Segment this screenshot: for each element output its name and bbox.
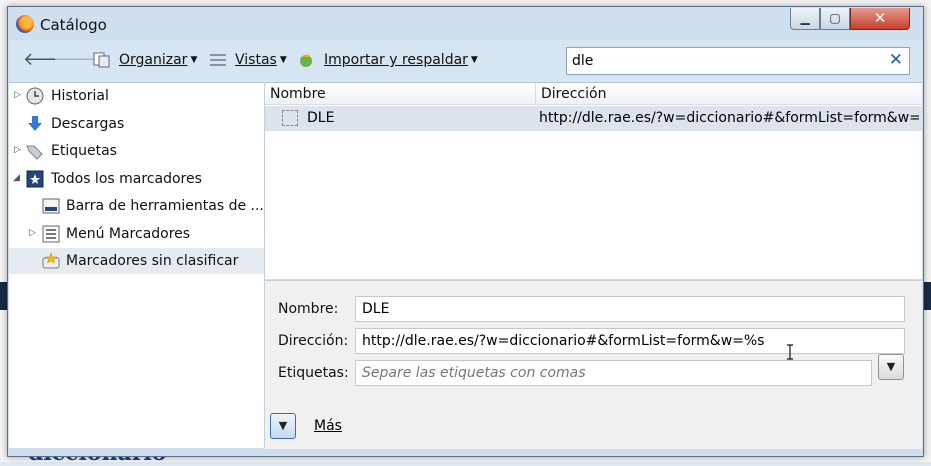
import-export-icon xyxy=(300,54,312,67)
tree-label: Etiquetas xyxy=(51,143,117,159)
name-label: Nombre: xyxy=(278,301,339,317)
tags-label: Etiquetas: xyxy=(278,365,349,381)
address-field[interactable] xyxy=(355,328,905,354)
tree-label: Barra de herramientas de ... xyxy=(66,198,264,214)
tree-label: Marcadores sin clasificar xyxy=(66,253,239,269)
table-row[interactable]: DLE http://dle.rae.es/?w=diccionario#&fo… xyxy=(265,106,922,131)
search-box[interactable]: ✕ xyxy=(566,47,910,75)
tree-item-etiquetas[interactable]: ▷ Etiquetas xyxy=(9,138,264,164)
bookmarks-book-icon xyxy=(26,170,44,188)
tree-label: Descargas xyxy=(51,116,125,132)
collapse-arrow-icon[interactable]: ◢ xyxy=(13,173,20,183)
tree-item-descargas[interactable]: Descargas xyxy=(9,111,264,137)
tree-item-menu-marcadores[interactable]: ▷ Menú Marcadores xyxy=(9,221,264,247)
cell-name: DLE xyxy=(307,110,335,126)
organize-label: Organizar xyxy=(119,52,188,68)
address-label: Dirección: xyxy=(278,333,349,349)
tree-label: Historial xyxy=(51,88,109,104)
tree-label: Todos los marcadores xyxy=(51,171,202,187)
expand-arrow-icon[interactable]: ▷ xyxy=(14,145,21,155)
chevron-down-icon: ▼ xyxy=(279,55,287,65)
chevron-down-icon: ▼ xyxy=(470,55,478,65)
download-arrow-icon xyxy=(28,116,42,131)
close-icon[interactable]: ✕ xyxy=(889,50,903,70)
more-label[interactable]: Más xyxy=(314,418,342,434)
tree-item-todos-los-marcadores[interactable]: ◢ Todos los marcadores xyxy=(9,166,264,192)
more-button[interactable]: ▼ xyxy=(270,413,296,439)
maximize-button[interactable]: ▢ xyxy=(820,8,850,30)
tree-item-barra-de-herramientas[interactable]: Barra de herramientas de ... xyxy=(9,193,264,219)
details-pane: Nombre: Dirección: Etiquetas: ▼ ▼ Más xyxy=(265,280,922,449)
toolbar: 🡐 🡒 Organizar ▼ Vistas ▼ Importar y respal… xyxy=(9,40,922,83)
import-backup-menu[interactable]: Importar y respaldar ▼ xyxy=(324,52,478,68)
firefox-icon xyxy=(16,15,34,33)
list-icon xyxy=(42,225,60,243)
organize-menu[interactable]: Organizar ▼ xyxy=(119,52,197,68)
library-tree: ▷ Historial Descargas ▷ Etiquetas ◢ Todo… xyxy=(9,83,265,448)
library-window: Catálogo ▁ ▢ ✕ 🡐 🡒 Organizar▼ Vistas▼ xyxy=(7,6,924,457)
expand-arrow-icon[interactable]: ▷ xyxy=(14,90,21,100)
tree-item-historial[interactable]: ▷ Historial xyxy=(9,83,264,109)
title-bar: Catálogo ▁ ▢ ✕ xyxy=(8,7,923,40)
toolbar-bookmark-icon xyxy=(42,198,60,214)
tag-icon xyxy=(26,145,43,160)
name-field[interactable] xyxy=(355,296,905,322)
column-header-address[interactable]: Dirección xyxy=(536,83,922,105)
minimize-button[interactable]: ▁ xyxy=(790,8,820,30)
chevron-down-icon: ▼ xyxy=(190,55,198,65)
expand-arrow-icon[interactable]: ▷ xyxy=(29,228,36,238)
views-icon xyxy=(210,54,226,66)
chevron-down-icon: ▼ xyxy=(886,360,896,373)
tags-field[interactable] xyxy=(355,360,872,386)
views-menu[interactable]: Vistas ▼ xyxy=(235,52,287,68)
tags-dropdown-button[interactable]: ▼ xyxy=(878,354,904,380)
bookmark-list: Nombre Dirección DLE http://dle.rae.es/?… xyxy=(265,83,922,279)
column-header-name[interactable]: Nombre xyxy=(265,83,536,105)
close-button[interactable]: ✕ xyxy=(850,8,910,30)
window-title: Catálogo xyxy=(40,16,107,34)
cell-address: http://dle.rae.es/?w=diccionario#&formLi… xyxy=(539,110,919,126)
unsorted-star-icon xyxy=(42,252,60,269)
text-cursor-icon xyxy=(787,344,793,360)
bookmark-placeholder-icon xyxy=(282,110,298,126)
chevron-down-icon: ▼ xyxy=(278,419,288,432)
organize-icon xyxy=(93,52,110,68)
tree-label: Menú Marcadores xyxy=(66,226,191,242)
clock-icon xyxy=(26,87,44,105)
import-backup-label: Importar y respaldar xyxy=(324,52,468,68)
search-input[interactable] xyxy=(572,52,872,70)
tree-item-marcadores-sin-clasificar[interactable]: Marcadores sin clasificar xyxy=(9,248,264,274)
views-label: Vistas xyxy=(235,52,277,68)
